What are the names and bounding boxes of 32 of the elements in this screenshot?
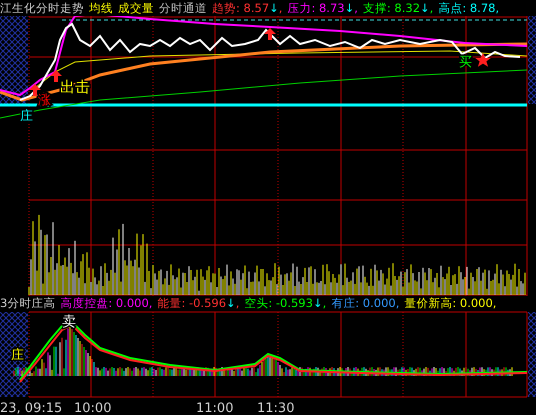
chart-title: 江生化分时走势 <box>0 1 84 16</box>
down-arrow: ↓ <box>344 1 354 16</box>
signal-label: 庄 <box>20 109 33 124</box>
indicator-reading: 支撑: 8.32 <box>362 1 420 16</box>
down-arrow: ↓ <box>226 296 236 310</box>
up-arrow-icon <box>50 70 62 82</box>
down-arrow: ↓ <box>312 296 323 310</box>
indicator-reading: 量价新高: 0.000, <box>404 296 496 310</box>
separator: , <box>430 1 434 16</box>
up-arrow-icon <box>264 28 276 40</box>
time-label: 11:30 <box>257 401 294 415</box>
indicator-reading: 压力: 8.73 <box>287 1 345 16</box>
separator: , <box>322 296 326 310</box>
chart-title: 3分时庄高 <box>0 296 56 310</box>
star-icon <box>475 53 491 67</box>
separator: , <box>236 296 240 310</box>
time-label: 11:00 <box>196 401 234 415</box>
indicator-link[interactable]: 成交量 <box>118 1 154 16</box>
time-label: 23, 09:15 <box>0 401 62 415</box>
indicator-reading: 能量: -0.596 <box>157 296 226 310</box>
indicator-reading: 有庄: 0.000, <box>331 296 400 310</box>
indicator-reading: 高点: 8.78, <box>438 1 500 16</box>
separator: , <box>354 1 358 16</box>
indicator-reading: 趋势: 8.57 <box>212 1 270 16</box>
indicator-reading: 空头: -0.593 <box>244 296 313 310</box>
indicator-link[interactable]: 均线 <box>89 1 113 16</box>
indicator-reading: 高度控盘: 0.000, <box>60 296 152 310</box>
indicator-link[interactable]: 分时通道 <box>159 1 207 16</box>
down-arrow: ↓ <box>420 1 430 16</box>
down-arrow: ↓ <box>269 1 279 16</box>
separator: , <box>278 1 282 16</box>
time-label: 10:00 <box>74 401 112 415</box>
